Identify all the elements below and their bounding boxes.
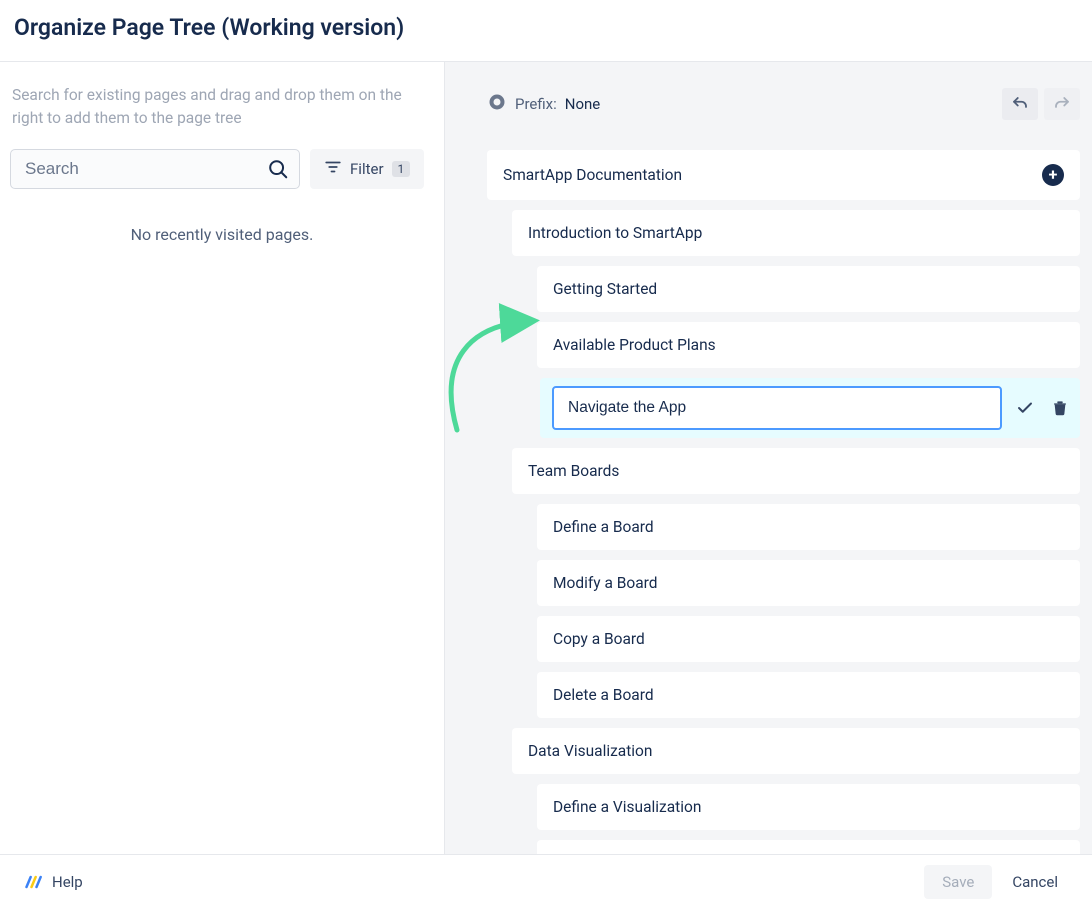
tree-node-label: Delete a Board (553, 686, 654, 704)
main-content: Search for existing pages and drag and d… (0, 62, 1092, 854)
undo-redo-group (1002, 88, 1080, 120)
search-box[interactable] (10, 149, 300, 189)
tree-node-label: Introduction to SmartApp (528, 224, 702, 242)
tree-node-label: Getting Started (553, 280, 657, 298)
tree-node-label: SmartApp Documentation (503, 166, 682, 184)
redo-button[interactable] (1044, 88, 1080, 120)
filter-label: Filter (350, 160, 384, 178)
search-instructions: Search for existing pages and drag and d… (10, 84, 434, 149)
tree-node-getting-started[interactable]: Getting Started (537, 266, 1080, 312)
tree-node-modify-viz[interactable]: Modify a Visualization (537, 840, 1080, 854)
tree-top-row: Prefix: None (487, 88, 1080, 120)
tree-node-define-viz[interactable]: Define a Visualization (537, 784, 1080, 830)
page-tree: SmartApp Documentation + Introduction to… (487, 150, 1080, 854)
search-icon[interactable] (267, 158, 289, 180)
tree-node-intro[interactable]: Introduction to SmartApp (512, 210, 1080, 256)
filter-button[interactable]: Filter 1 (310, 149, 424, 189)
help-label: Help (52, 873, 83, 891)
filter-count-badge: 1 (392, 161, 411, 177)
prefix-value: None (565, 95, 601, 113)
tree-node-label: Data Visualization (528, 742, 652, 760)
filter-icon (324, 158, 342, 180)
dialog-footer: Help Save Cancel (0, 854, 1092, 909)
undo-button[interactable] (1002, 88, 1038, 120)
dialog-header: Organize Page Tree (Working version) (0, 0, 1092, 62)
trash-icon[interactable] (1052, 399, 1068, 417)
tree-node-edit-actions (1016, 399, 1068, 417)
add-page-button[interactable]: + (1042, 164, 1064, 186)
tree-node-delete-board[interactable]: Delete a Board (537, 672, 1080, 718)
tree-root-node[interactable]: SmartApp Documentation + (487, 150, 1080, 200)
tree-node-data-viz[interactable]: Data Visualization (512, 728, 1080, 774)
confirm-icon[interactable] (1016, 399, 1034, 417)
tree-node-label: Define a Board (553, 518, 654, 536)
prefix-group[interactable]: Prefix: None (487, 92, 600, 116)
search-panel: Search for existing pages and drag and d… (0, 62, 445, 854)
tree-node-team-boards[interactable]: Team Boards (512, 448, 1080, 494)
tree-node-modify-board[interactable]: Modify a Board (537, 560, 1080, 606)
prefix-label: Prefix: (515, 95, 557, 113)
tree-node-label: Team Boards (528, 462, 619, 480)
cancel-button[interactable]: Cancel (1006, 865, 1064, 899)
no-recent-message: No recently visited pages. (10, 225, 434, 244)
eye-icon (487, 92, 507, 116)
tree-node-label: Copy a Board (553, 630, 645, 648)
save-button[interactable]: Save (924, 865, 992, 899)
tree-node-define-board[interactable]: Define a Board (537, 504, 1080, 550)
search-input[interactable] (25, 159, 267, 179)
footer-actions: Save Cancel (924, 865, 1064, 899)
tree-panel: Prefix: None SmartApp Documentation + In… (445, 62, 1092, 854)
brand-logo-icon (24, 872, 44, 892)
tree-node-editing (540, 378, 1080, 438)
page-title: Organize Page Tree (Working version) (14, 14, 1078, 41)
tree-node-label: Define a Visualization (553, 798, 701, 816)
tree-node-label: Modify a Board (553, 574, 658, 592)
tree-node-title-input[interactable] (552, 386, 1002, 430)
help-link[interactable]: Help (24, 872, 83, 892)
tree-node-label: Available Product Plans (553, 336, 716, 354)
search-row: Filter 1 (10, 149, 434, 189)
tree-node-copy-board[interactable]: Copy a Board (537, 616, 1080, 662)
tree-node-available-plans[interactable]: Available Product Plans (537, 322, 1080, 368)
